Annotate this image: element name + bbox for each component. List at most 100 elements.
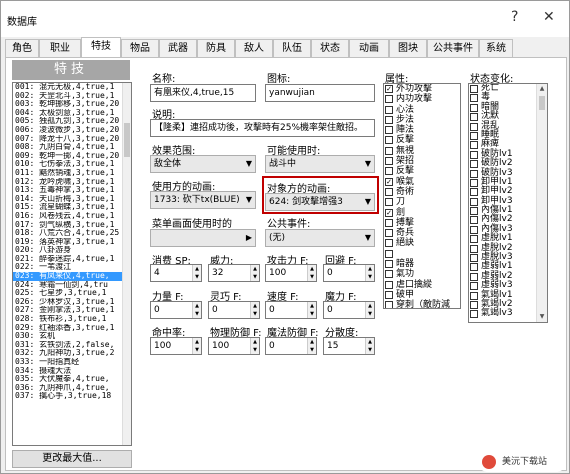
attribute-checkbox[interactable]: 反擊	[384, 135, 460, 145]
spin-buttons[interactable]: ▲ ▼	[192, 338, 201, 354]
list-item[interactable]: 009: 乾坤一掷,4,true,20	[13, 152, 131, 161]
list-item[interactable]: 031: 玄铁剑法,2,false,	[13, 341, 131, 350]
scroll-down-icon[interactable]: ▼	[537, 312, 547, 322]
spin-buttons[interactable]: ▲ ▼	[307, 265, 316, 281]
list-item[interactable]: 029: 红袖添香,3,true,1	[13, 324, 131, 333]
list-scrollbar[interactable]	[122, 83, 131, 445]
list-item[interactable]: 008: 九阴白骨,4,true,1	[13, 143, 131, 152]
attribute-checkbox[interactable]: 心法	[384, 105, 460, 115]
list-item[interactable]: 004: 太极剑意,3,true,1	[13, 109, 131, 118]
list-item[interactable]: 022: 一苇渡江	[13, 263, 131, 272]
scroll-up-icon[interactable]: ▲	[537, 84, 547, 94]
attribute-checkbox[interactable]: 反擊	[384, 166, 460, 176]
hit-rate-input[interactable]: 100 ▲ ▼	[150, 337, 202, 355]
attribute-checkbox[interactable]: 無視	[384, 146, 460, 156]
list-item[interactable]: 035: 大伏魔拳,4,true,	[13, 375, 131, 384]
list-item[interactable]: 001: 混元无极,4,true,1	[13, 83, 131, 92]
attribute-checkbox[interactable]: ✓ 劍	[384, 208, 460, 218]
agi-f-input[interactable]: 0 ▲ ▼	[265, 301, 317, 319]
list-item[interactable]: 023: 有凤来仪,4,true,	[13, 272, 131, 281]
icon-field[interactable]: yanwujian	[265, 84, 375, 102]
spin-buttons[interactable]: ▲ ▼	[192, 302, 201, 318]
list-item[interactable]: 013: 五毒神掌,3,true,1	[13, 186, 131, 195]
tab-12[interactable]: 系统	[479, 39, 513, 57]
spin-buttons[interactable]: ▲ ▼	[192, 265, 201, 281]
spin-buttons[interactable]: ▲ ▼	[365, 302, 374, 318]
tab-6[interactable]: 敌人	[235, 39, 273, 57]
list-item[interactable]: 012: 龙吟虎啸,3,true,1	[13, 178, 131, 187]
list-item[interactable]: 020: 八卦游身	[13, 246, 131, 255]
str-f-input[interactable]: 0 ▲ ▼	[150, 301, 202, 319]
tab-0[interactable]: 角色	[5, 39, 39, 57]
tab-4[interactable]: 武器	[159, 39, 197, 57]
list-item[interactable]: 017: 剑气纵横,3,true,1	[13, 221, 131, 230]
name-field[interactable]: 有凰来仪,4,true,15	[150, 84, 256, 102]
target-animation-select[interactable]: 624: 剑攻擊增强3 ▼	[265, 193, 375, 211]
spin-buttons[interactable]: ▲ ▼	[250, 302, 259, 318]
variance-input[interactable]: 15 ▲ ▼	[323, 337, 375, 355]
list-item[interactable]: 024: 寒霜一仙剑,4,tru	[13, 281, 131, 290]
list-item[interactable]: 006: 凌波微步,3,true,20	[13, 126, 131, 135]
attribute-checkbox[interactable]: 奇兵	[384, 228, 460, 238]
tab-3[interactable]: 物品	[121, 39, 159, 57]
attribute-checkbox[interactable]	[384, 249, 460, 259]
scope-select[interactable]: 敌全体 ▼	[150, 155, 256, 173]
list-item[interactable]: 036: 九阴神爪,4,true,	[13, 384, 131, 393]
spin-buttons[interactable]: ▲ ▼	[365, 265, 374, 281]
attribute-checkbox[interactable]: 氣功	[384, 269, 460, 279]
spin-buttons[interactable]: ▲ ▼	[307, 302, 316, 318]
tab-11[interactable]: 公共事件	[427, 39, 479, 57]
attribute-checkbox[interactable]: 陣法	[384, 125, 460, 135]
tab-5[interactable]: 防具	[197, 39, 235, 57]
help-button[interactable]: ?	[511, 9, 518, 25]
attribute-checkbox[interactable]: 架招	[384, 156, 460, 166]
list-item[interactable]: 010: 七伤拳法,3,true,1	[13, 160, 131, 169]
atk-f-input[interactable]: 100 ▲ ▼	[265, 264, 317, 282]
attribute-checkbox[interactable]: 穿刺（敵防減	[384, 300, 460, 308]
dex-f-input[interactable]: 0 ▲ ▼	[208, 301, 260, 319]
tab-7[interactable]: 队伍	[273, 39, 311, 57]
list-item[interactable]: 027: 金刚掌法,3,true,1	[13, 306, 131, 315]
list-item[interactable]: 032: 九阳神功,3,true,2	[13, 349, 131, 358]
mdef-f-input[interactable]: 0 ▲ ▼	[265, 337, 317, 355]
scroll-thumb[interactable]	[539, 96, 545, 110]
scroll-thumb[interactable]	[124, 123, 130, 157]
close-button[interactable]: ✕	[543, 9, 555, 25]
list-item[interactable]: 003: 乾坤挪移,3,true,20	[13, 100, 131, 109]
list-item[interactable]: 018: 八荒六合,4,true,25	[13, 229, 131, 238]
pdef-f-input[interactable]: 100 ▲ ▼	[208, 337, 260, 355]
attribute-checkbox[interactable]: 暗器	[384, 259, 460, 269]
tab-9[interactable]: 动画	[349, 39, 389, 57]
list-item[interactable]: 034: 摄魂大法	[13, 367, 131, 376]
list-item[interactable]: 011: 黯然销魂,3,true,1	[13, 169, 131, 178]
states-scrollbar[interactable]: ▲ ▼	[536, 84, 547, 322]
sp-cost-input[interactable]: 4 ▲ ▼	[150, 264, 202, 282]
change-max-button[interactable]: 更改最大值...	[12, 450, 132, 468]
description-field[interactable]: 【隆柔】連招成功後，攻擊時有25%機率架住敵招。	[150, 119, 375, 137]
list-item[interactable]: 030: 玄机	[13, 332, 131, 341]
attribute-checkbox[interactable]: 虐口擒縱	[384, 280, 460, 290]
common-event-select[interactable]: (无) ▼	[265, 229, 375, 247]
attribute-checkbox[interactable]: 步法	[384, 115, 460, 125]
occasion-select[interactable]: 战斗中 ▼	[265, 155, 375, 173]
spin-buttons[interactable]: ▲ ▼	[307, 338, 316, 354]
tab-1[interactable]: 职业	[39, 39, 81, 57]
list-item[interactable]: 016: 风卷残云,4,true,1	[13, 212, 131, 221]
attribute-checkbox[interactable]: 刀	[384, 197, 460, 207]
attribute-checkbox[interactable]: ✓ 外功攻擊	[384, 84, 460, 94]
power-input[interactable]: 32 ▲ ▼	[208, 264, 260, 282]
attribute-checkbox[interactable]: 破甲	[384, 290, 460, 300]
skill-list[interactable]: 001: 混元无极,4,true,1 002: 天罡北斗,3,true,1 003:…	[12, 82, 132, 446]
tab-10[interactable]: 图块	[389, 39, 427, 57]
list-item[interactable]: 025: 七星步,3,true,1	[13, 289, 131, 298]
list-item[interactable]: 005: 独孤九剑,3,true,20	[13, 117, 131, 126]
attribute-checkbox[interactable]: 搏擊	[384, 218, 460, 228]
int-f-input[interactable]: 0 ▲ ▼	[323, 301, 375, 319]
user-animation-select[interactable]: 1733: 砍下tx(BLUE) ▼	[150, 191, 256, 209]
spin-buttons[interactable]: ▲ ▼	[250, 338, 259, 354]
list-item[interactable]: 037: 擒心手,3,true,18	[13, 392, 131, 401]
attribute-checkbox[interactable]: 内功攻擊	[384, 94, 460, 104]
eva-f-input[interactable]: 0 ▲ ▼	[323, 264, 375, 282]
tab-2[interactable]: 特技	[81, 37, 121, 58]
spin-buttons[interactable]: ▲ ▼	[365, 338, 374, 354]
